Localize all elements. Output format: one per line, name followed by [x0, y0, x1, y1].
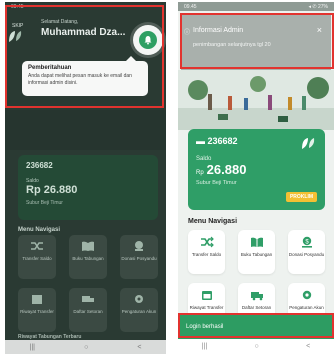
community-banner-image	[178, 70, 334, 130]
location-text: Subur Beji Timur	[196, 180, 237, 186]
truck-icon	[82, 296, 94, 302]
home-button[interactable]: ○	[84, 344, 88, 351]
book-icon	[82, 241, 94, 251]
highlight-box-tooltip	[5, 5, 164, 108]
proklim-badge: PROKLIM	[285, 192, 317, 202]
recent-apps-button[interactable]: |||	[202, 343, 207, 350]
currency: Rp	[196, 170, 204, 176]
truck-icon	[250, 292, 263, 301]
menu-tile-label: Transfer Saldo	[22, 256, 52, 261]
back-button[interactable]: <	[137, 344, 141, 351]
banner-illustration	[178, 70, 334, 130]
highlight-box-snackbar	[178, 313, 334, 338]
menu-tile-label: Donasi Posyandu	[121, 256, 157, 261]
menu-tile-riwayat[interactable]: Riwayat Transfer	[18, 288, 56, 332]
menu-tile-label: Buku Tabungan	[240, 252, 273, 257]
menu-tile-label: Buku Tabungan	[72, 256, 104, 261]
account-number: 236682	[26, 161, 53, 170]
saldo-amount: Rp 26.880	[196, 162, 317, 177]
menu-tile-label: Daftar Setoran	[73, 309, 103, 314]
highlight-box-admin-info	[180, 13, 334, 69]
saldo-amount: Rp 26.880	[26, 184, 78, 196]
back-button[interactable]: <	[306, 343, 310, 350]
account-number-text: 236682	[207, 136, 238, 146]
calendar-icon	[201, 291, 212, 300]
menu-tile-donasi[interactable]: Donasi Posyandu	[120, 235, 158, 279]
menu-tile-label: Transfer Saldo	[191, 252, 222, 257]
status-bar: 09.45 ◂ ✆ 27%	[178, 2, 334, 11]
menu-tile-transfer[interactable]: Transfer Saldo	[188, 230, 225, 274]
menu-tile-pengaturan[interactable]: Pengaturan Akun	[120, 288, 158, 332]
menu-tile-label: Daftar Setoran	[241, 305, 272, 310]
menu-tile-label: Donasi Posyandu	[288, 252, 325, 257]
menu-tile-buku[interactable]: Buku Tabungan	[238, 230, 275, 274]
location-text: Subur Beji Timur	[26, 200, 63, 206]
menu-tile-buku[interactable]: Buku Tabungan	[69, 235, 107, 279]
dollar-coin-icon: $	[301, 236, 312, 248]
gear-icon	[135, 295, 143, 303]
status-right: ◂ ✆ 27%	[308, 3, 329, 10]
menu-title: Menu Navigasi	[18, 227, 61, 233]
menu-tile-label: Pengaturan Akun	[289, 305, 324, 310]
android-nav-bar: ||| ○ <	[5, 340, 166, 354]
home-button[interactable]: ○	[255, 343, 259, 350]
screenshot-stage: 09.45 SKIP Selamat Datang, Muhammad Dza.…	[0, 0, 336, 357]
app-logo-icon	[302, 138, 315, 149]
saldo-value: 26.880	[206, 162, 247, 177]
menu-title: Menu Navigasi	[188, 218, 238, 225]
calendar-icon	[32, 295, 42, 304]
menu-tile-label: Pengaturan Akun	[121, 309, 157, 314]
menu-tile-setoran[interactable]: Daftar Setoran	[69, 288, 107, 332]
book-icon	[250, 237, 263, 247]
menu-grid: Transfer Saldo Buku Tabungan Donasi Posy…	[18, 235, 158, 332]
balance-card: 236682 Saldo Rp 26.880 Subur Beji Timur	[18, 155, 158, 220]
menu-tile-label: Riwayat Transfer	[189, 305, 224, 310]
balance-card: ▬ 236682 Saldo Rp 26.880 Subur Beji Timur…	[188, 129, 325, 210]
gear-icon	[302, 290, 311, 300]
android-nav-bar: ||| ○ <	[178, 339, 334, 354]
account-number: ▬ 236682	[196, 136, 238, 146]
menu-tile-transfer[interactable]: Transfer Saldo	[18, 235, 56, 279]
shuffle-icon	[31, 242, 43, 250]
status-time: 09.45	[184, 3, 197, 10]
menu-tile-donasi[interactable]: $ Donasi Posyandu	[288, 230, 325, 274]
recent-apps-button[interactable]: |||	[30, 344, 35, 351]
shuffle-icon	[200, 236, 214, 248]
banner-image	[5, 110, 166, 150]
donation-icon	[135, 241, 143, 251]
menu-tile-label: Riwayat Transfer	[20, 309, 54, 314]
